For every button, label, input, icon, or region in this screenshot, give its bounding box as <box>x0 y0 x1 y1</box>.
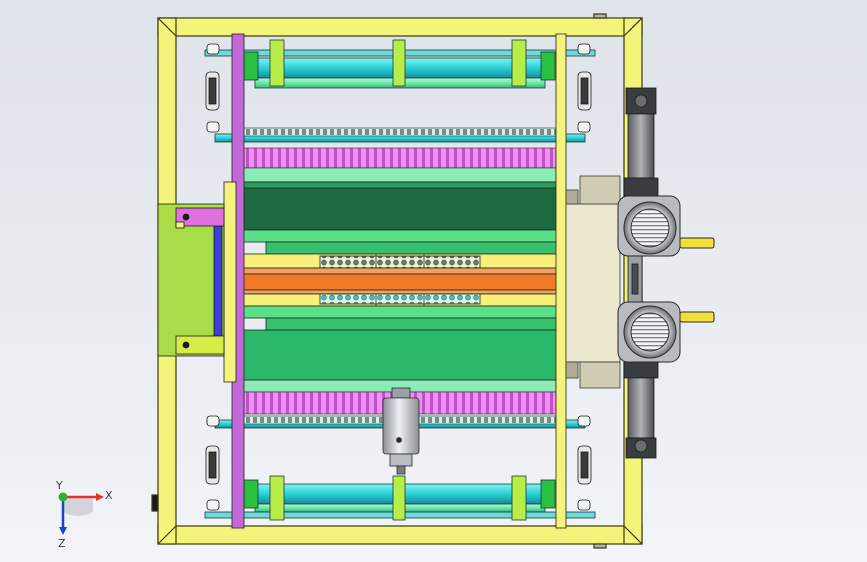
drum-bottom-mid <box>242 329 558 381</box>
frame-foot-top <box>593 13 607 19</box>
top-roller-bearing-left <box>243 51 259 81</box>
drum-perf-row-2 <box>319 293 481 305</box>
right-inner-rail <box>555 33 567 529</box>
bottom-roller-clamp-1 <box>269 475 285 521</box>
frame-top-rail <box>157 17 643 37</box>
axis-z-label: Z <box>58 537 66 550</box>
left-bracket-blue-block <box>213 225 223 337</box>
bottom-roller-clamp-2 <box>392 475 406 521</box>
drum-top-dark <box>242 181 558 231</box>
lower-shaft <box>679 311 715 323</box>
top-roller-bearing-right <box>540 51 556 81</box>
bottom-roller-bearing-right <box>540 479 556 509</box>
right-housing[interactable] <box>565 175 621 389</box>
drum-band-green-1 <box>242 229 558 243</box>
top-roller-clamp-1 <box>269 39 285 87</box>
frame-bottom-rail <box>157 525 643 545</box>
top-roller-clamp-3 <box>511 39 527 87</box>
lower-fan[interactable] <box>617 301 715 363</box>
drum-top-edge <box>242 181 558 189</box>
axis-y-label: Y <box>55 479 63 492</box>
axes-triad: X Y Z <box>55 479 113 550</box>
left-inner-rail <box>223 181 237 383</box>
housing-body <box>565 203 621 363</box>
top-comb <box>239 127 557 183</box>
bottom-roller-bearing-left <box>243 479 259 509</box>
bottom-motor-cylinder[interactable] <box>623 361 659 459</box>
drum-band-orange <box>242 273 558 291</box>
housing-flange-bottom <box>579 361 621 389</box>
drum-band-green-4 <box>265 317 558 331</box>
motor-coupling <box>627 255 643 303</box>
drum-perf-row-1 <box>319 255 481 269</box>
center-pneumatic-cylinder[interactable] <box>382 387 420 475</box>
drum-band-green-3 <box>242 305 558 319</box>
frame-foot-left <box>151 494 159 512</box>
upper-fan[interactable] <box>617 195 715 257</box>
axis-x-label: X <box>105 489 113 502</box>
top-motor-cylinder[interactable] <box>623 87 659 197</box>
top-roller-clamp-2 <box>392 39 406 87</box>
frame-foot-bottom <box>593 543 607 549</box>
top-roller-assembly[interactable] <box>204 39 596 143</box>
central-drum[interactable] <box>242 181 558 381</box>
drum-band-green-2 <box>265 241 558 255</box>
left-bracket[interactable] <box>157 203 225 357</box>
housing-flange-top <box>579 175 621 205</box>
drum-band-salmon-1 <box>242 267 558 275</box>
bottom-roller-clamp-3 <box>511 475 527 521</box>
drum-band-salmon-2 <box>242 289 558 295</box>
upper-shaft <box>679 237 715 249</box>
cad-viewport[interactable]: X Y Z <box>0 0 867 562</box>
